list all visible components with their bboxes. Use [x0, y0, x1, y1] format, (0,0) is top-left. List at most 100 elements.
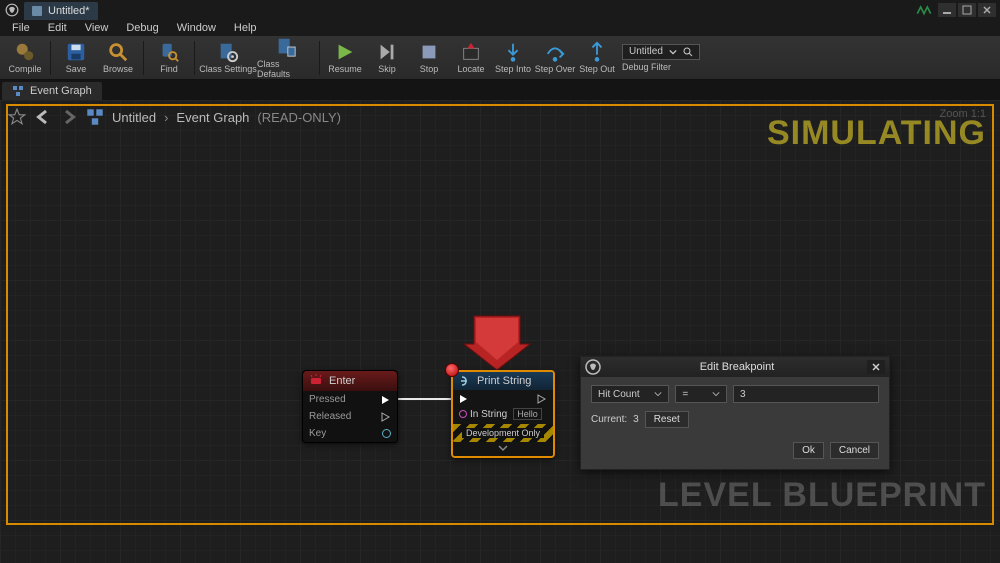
stop-icon — [418, 41, 440, 63]
dialog-close-button[interactable] — [867, 360, 885, 374]
exec-pin-icon[interactable] — [381, 395, 391, 405]
window-buttons — [938, 3, 1000, 17]
close-icon — [871, 362, 881, 372]
exec-pin-out-icon[interactable] — [537, 394, 547, 404]
chevron-down-icon — [669, 48, 677, 56]
pin-key[interactable]: Key — [303, 425, 397, 442]
exec-pin-icon[interactable] — [381, 412, 391, 422]
debug-filter-label: Debug Filter — [622, 62, 671, 72]
condition-dropdown[interactable]: Hit Count — [591, 385, 669, 403]
current-value: 3 — [633, 414, 639, 425]
dialog-titlebar[interactable]: Edit Breakpoint — [581, 357, 889, 377]
breadcrumb-graph[interactable]: Event Graph — [176, 110, 249, 125]
find-icon — [158, 41, 180, 63]
node-print-string[interactable]: Print String In String Hello Development… — [451, 370, 555, 458]
maximize-button[interactable] — [958, 3, 976, 17]
dialog-title: Edit Breakpoint — [607, 361, 867, 373]
edit-breakpoint-dialog: Edit Breakpoint Hit Count = Current: 3 — [580, 356, 890, 470]
level-blueprint-watermark: LEVEL BLUEPRINT — [658, 476, 986, 515]
compile-button[interactable]: Compile — [4, 38, 46, 78]
resume-icon — [334, 41, 356, 63]
simulating-watermark: SIMULATING — [767, 114, 986, 153]
panel-tab-strip: Event Graph — [0, 80, 1000, 100]
breadcrumb: Untitled › Event Graph (READ-ONLY) — [8, 108, 341, 126]
graph-canvas[interactable]: Untitled › Event Graph (READ-ONLY) Zoom … — [0, 100, 1000, 563]
debug-filter-dropdown[interactable]: Untitled — [622, 44, 700, 60]
menu-window[interactable]: Window — [169, 21, 224, 35]
menu-debug[interactable]: Debug — [118, 21, 166, 35]
menu-file[interactable]: File — [4, 21, 38, 35]
titlebar: Untitled* — [0, 0, 1000, 20]
menu-view[interactable]: View — [77, 21, 117, 35]
source-control-icon[interactable] — [914, 2, 934, 18]
ue-logo-icon — [585, 359, 601, 375]
debug-execution-arrow-icon — [462, 314, 532, 372]
class-defaults-button[interactable]: Class Defaults — [257, 38, 315, 78]
class-settings-button[interactable]: Class Settings — [199, 38, 257, 78]
data-pin-icon[interactable] — [382, 429, 391, 438]
exec-pin-in-icon[interactable] — [459, 394, 469, 404]
graph-home-icon[interactable] — [86, 108, 104, 126]
operator-dropdown[interactable]: = — [675, 385, 727, 403]
pin-exec[interactable] — [453, 392, 553, 406]
save-icon — [65, 41, 87, 63]
minimize-button[interactable] — [938, 3, 956, 17]
debug-filter: Untitled Debug Filter — [622, 38, 700, 78]
step-over-button[interactable]: Step Over — [534, 38, 576, 78]
step-over-icon — [544, 41, 566, 63]
ue-logo-icon — [0, 0, 24, 20]
node-header: Enter — [303, 371, 397, 391]
locate-button[interactable]: Locate — [450, 38, 492, 78]
class-defaults-icon — [275, 36, 297, 58]
function-icon — [459, 375, 471, 387]
tab-event-graph[interactable]: Event Graph — [2, 82, 102, 100]
breakpoint-marker-icon[interactable] — [445, 363, 459, 377]
node-expand-toggle[interactable] — [453, 442, 553, 456]
node-header: Print String — [453, 372, 553, 390]
document-tab[interactable]: Untitled* — [24, 2, 98, 20]
step-into-button[interactable]: Step Into — [492, 38, 534, 78]
chevron-down-icon — [712, 390, 720, 398]
pin-released[interactable]: Released — [303, 408, 397, 425]
readonly-label: (READ-ONLY) — [257, 110, 341, 125]
breadcrumb-blueprint[interactable]: Untitled — [112, 110, 156, 125]
current-label: Current: — [591, 414, 627, 425]
close-button[interactable] — [978, 3, 996, 17]
menu-help[interactable]: Help — [226, 21, 265, 35]
pin-pressed[interactable]: Pressed — [303, 391, 397, 408]
cancel-button[interactable]: Cancel — [830, 442, 879, 459]
menubar: File Edit View Debug Window Help — [0, 20, 1000, 36]
skip-icon — [376, 41, 398, 63]
nav-back-icon[interactable] — [34, 108, 52, 126]
development-only-banner: Development Only — [453, 424, 553, 442]
chevron-down-icon — [654, 390, 662, 398]
breadcrumb-sep: › — [164, 110, 168, 125]
node-input-enter[interactable]: Enter Pressed Released Key — [302, 370, 398, 443]
pin-in-string[interactable]: In String Hello — [453, 406, 553, 422]
exec-wire — [398, 398, 458, 400]
chevron-down-icon — [497, 444, 509, 452]
step-out-icon — [586, 41, 608, 63]
favorite-star-icon[interactable] — [8, 108, 26, 126]
menu-edit[interactable]: Edit — [40, 21, 75, 35]
stop-button[interactable]: Stop — [408, 38, 450, 78]
browse-button[interactable]: Browse — [97, 38, 139, 78]
nav-forward-icon[interactable] — [60, 108, 78, 126]
class-settings-icon — [217, 41, 239, 63]
step-out-button[interactable]: Step Out — [576, 38, 618, 78]
search-icon — [683, 47, 693, 57]
value-input[interactable] — [733, 385, 879, 403]
ok-button[interactable]: Ok — [793, 442, 824, 459]
skip-button[interactable]: Skip — [366, 38, 408, 78]
blueprint-icon — [32, 6, 42, 16]
string-default-value[interactable]: Hello — [513, 408, 542, 420]
save-button[interactable]: Save — [55, 38, 97, 78]
reset-button[interactable]: Reset — [645, 411, 689, 428]
locate-icon — [460, 41, 482, 63]
compile-icon — [14, 41, 36, 63]
find-button[interactable]: Find — [148, 38, 190, 78]
step-into-icon — [502, 41, 524, 63]
resume-button[interactable]: Resume — [324, 38, 366, 78]
browse-icon — [107, 41, 129, 63]
string-pin-icon[interactable] — [459, 410, 467, 418]
